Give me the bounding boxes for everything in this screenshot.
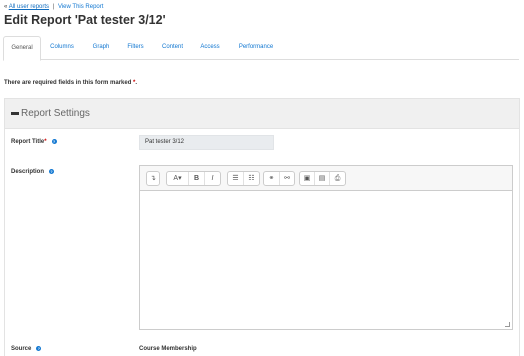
view-this-report-link[interactable]: View This Report: [58, 4, 103, 10]
section-header[interactable]: Report Settings: [5, 99, 519, 129]
insert-media-button[interactable]: ▤: [315, 172, 330, 185]
manage-files-button[interactable]: ⎙: [330, 172, 345, 185]
tab-bar: General Columns Graph Filters Content Ac…: [3, 36, 519, 61]
description-editor: ↴ A▾ B I ☰ ☷ ⚭ ⚯ ▣ ▤ ⎙: [139, 165, 513, 330]
description-label: Description?: [11, 169, 55, 176]
section-title: Report Settings: [21, 108, 90, 119]
required-note-text: There are required fields in this form m…: [4, 80, 132, 86]
toolbar-group-lists: ☰ ☷: [227, 171, 260, 186]
resize-handle-icon[interactable]: [505, 322, 510, 327]
report-title-label-text: Report Title: [11, 139, 45, 146]
breadcrumb: « All user reports | View This Report: [4, 4, 103, 10]
unordered-list-button[interactable]: ☰: [228, 172, 244, 185]
ordered-list-button[interactable]: ☷: [244, 172, 259, 185]
help-icon[interactable]: ?: [49, 169, 55, 174]
source-label: Source?: [11, 346, 42, 353]
collapse-minus-icon[interactable]: [11, 112, 19, 115]
report-title-input[interactable]: Pat tester 3/12: [139, 135, 274, 150]
tab-columns[interactable]: Columns: [45, 36, 79, 60]
page-title: Edit Report 'Pat tester 3/12': [4, 13, 166, 27]
tab-content[interactable]: Content: [157, 36, 188, 60]
font-style-icon: A: [173, 175, 179, 182]
link-button[interactable]: ⚭: [264, 172, 280, 185]
report-title-label: Report Title*?: [11, 139, 57, 145]
bold-button[interactable]: B: [189, 172, 205, 185]
unlink-button[interactable]: ⚯: [280, 172, 294, 185]
italic-button[interactable]: I: [205, 172, 220, 185]
font-style-button[interactable]: A▾: [167, 172, 189, 185]
required-star: *: [44, 139, 47, 145]
toolbar-group-format: A▾ B I: [166, 171, 221, 186]
breadcrumb-separator: |: [52, 4, 55, 10]
all-user-reports-link[interactable]: All user reports: [9, 4, 49, 10]
tab-general[interactable]: General: [3, 36, 41, 61]
tab-access[interactable]: Access: [196, 36, 224, 60]
description-textarea[interactable]: [140, 191, 512, 329]
toolbar-group-links: ⚭ ⚯: [263, 171, 295, 186]
source-value: Course Membership: [139, 346, 197, 352]
tab-filters[interactable]: Filters: [122, 36, 149, 60]
toolbar-group-expand: ↴: [146, 171, 160, 186]
description-label-text: Description: [11, 169, 45, 176]
source-label-text: Source: [11, 346, 32, 353]
required-fields-note: There are required fields in this form m…: [4, 80, 137, 86]
breadcrumb-prefix: «: [4, 4, 8, 10]
help-icon[interactable]: ?: [51, 139, 57, 144]
editor-toolbar: ↴ A▾ B I ☰ ☷ ⚭ ⚯ ▣ ▤ ⎙: [140, 166, 512, 191]
insert-image-button[interactable]: ▣: [300, 172, 315, 185]
help-icon[interactable]: ?: [36, 346, 42, 351]
expand-toolbar-button[interactable]: ↴: [147, 172, 159, 185]
toolbar-group-media: ▣ ▤ ⎙: [299, 171, 346, 186]
tab-graph[interactable]: Graph: [87, 36, 115, 60]
required-note-end: .: [135, 80, 138, 86]
tab-performance[interactable]: Performance: [232, 36, 280, 60]
